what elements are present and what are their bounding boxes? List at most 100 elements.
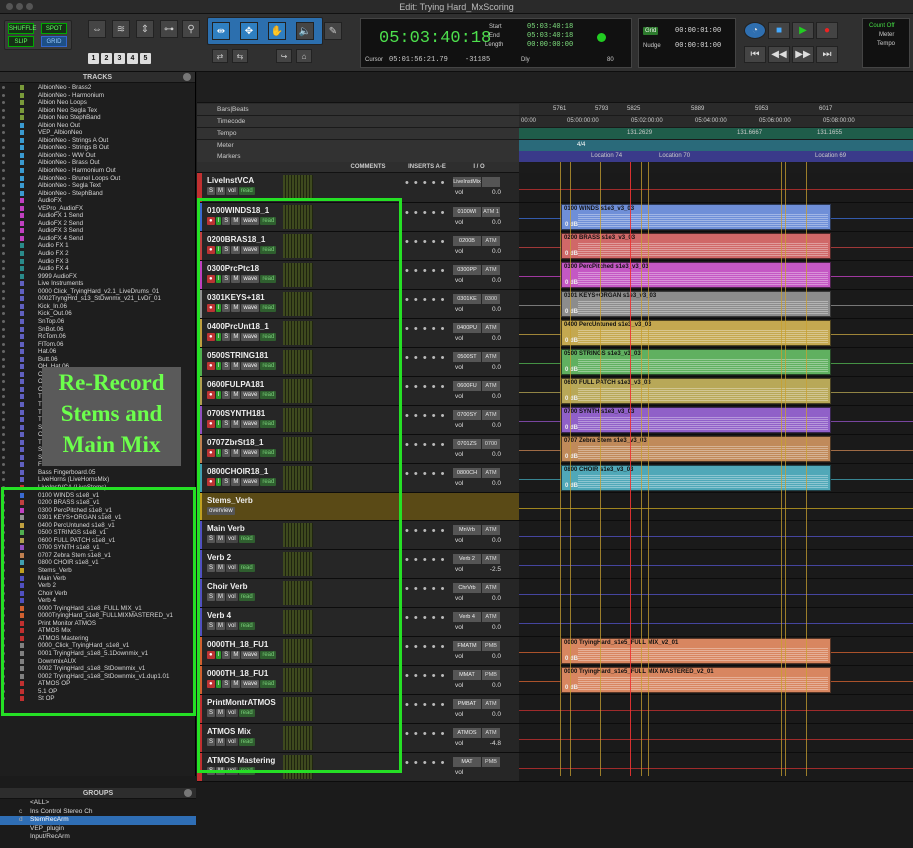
audio-clip[interactable]: 0300 PercPitched s1e3_v3_03 0 dB xyxy=(561,262,831,288)
record-button[interactable]: ● xyxy=(816,22,838,39)
trim-tool-icon[interactable]: ⇹ xyxy=(212,22,230,40)
show-track-dot-icon[interactable] xyxy=(2,448,5,452)
track-list-item[interactable]: Audio FX 4 xyxy=(0,265,186,273)
fast-forward-icon[interactable]: ▶▶ xyxy=(792,46,814,63)
output-selector[interactable]: 0100WI xyxy=(453,207,481,217)
playlist-lane[interactable] xyxy=(519,608,913,636)
insert-slots[interactable]: • • • • • xyxy=(405,554,445,566)
audio-clip[interactable]: 0500 STRINGS s1e3_v3_03 0 dB xyxy=(561,349,831,375)
volume-value[interactable]: 0.0 xyxy=(483,219,501,226)
audio-clip[interactable]: 0000 TryingHard_s1e5_FULL MIX_v2_01 0 dB xyxy=(561,638,831,664)
main-counter-value[interactable]: 05:03:40:18 xyxy=(379,29,491,48)
bus-selector[interactable]: ATM 1 xyxy=(482,207,500,217)
volume-value[interactable]: -2.5 xyxy=(483,566,501,573)
meter-ruler[interactable]: Meter 4/4 xyxy=(197,140,913,152)
speaker-icon[interactable]: 🔈 xyxy=(296,22,314,40)
show-track-dot-icon[interactable] xyxy=(2,191,5,195)
output-selector[interactable]: LiveInstMix xyxy=(453,177,481,187)
insert-slots[interactable]: • • • • • xyxy=(405,641,445,653)
volume-value[interactable]: 0.0 xyxy=(483,364,501,371)
meter-label[interactable]: Meter xyxy=(879,32,894,38)
track-list-item[interactable]: 0000 Click_TryingHard_v2.1_LiveDrums_01 xyxy=(0,288,186,296)
insert-slots[interactable]: • • • • • xyxy=(405,410,445,422)
show-track-dot-icon[interactable] xyxy=(2,304,5,308)
show-track-dot-icon[interactable] xyxy=(2,372,5,376)
output-selector[interactable]: MMAT xyxy=(453,670,481,680)
track-list-item[interactable]: AlbionNeo - Segla Text xyxy=(0,182,186,190)
rewind-icon[interactable]: ◀◀ xyxy=(768,46,790,63)
insert-slots[interactable]: • • • • • xyxy=(405,236,445,248)
insert-slots[interactable]: • • • • • xyxy=(405,352,445,364)
track-list-item[interactable]: Albion Neo Out xyxy=(0,122,186,130)
show-track-dot-icon[interactable] xyxy=(2,244,5,248)
show-track-dot-icon[interactable] xyxy=(2,335,5,339)
playlist-lane[interactable]: 0200 BRASS s1e3_v3_030 dB xyxy=(519,232,913,260)
insert-slots[interactable]: • • • • • xyxy=(405,439,445,451)
pencil-icon[interactable]: ✎ xyxy=(324,22,342,40)
link-track-icon[interactable]: ⇆ xyxy=(232,49,248,63)
playlist-lane[interactable]: 0301 KEYS+ORGAN s1e3_v3_03 0 dB xyxy=(519,290,913,318)
volume-value[interactable]: 0.0 xyxy=(483,624,501,631)
show-track-dot-icon[interactable] xyxy=(2,161,5,165)
group-item[interactable]: Input/RecArm xyxy=(0,833,196,842)
end-value[interactable]: 05:03:40:18 xyxy=(527,32,573,40)
show-track-dot-icon[interactable] xyxy=(2,252,5,256)
inserts-column[interactable]: INSERTS A-E xyxy=(403,162,451,173)
comments-column[interactable]: COMMENTS xyxy=(335,162,401,173)
track-list-item[interactable]: AlbionNeo - Strings A Out xyxy=(0,137,186,145)
insert-slots[interactable]: • • • • • xyxy=(405,177,445,189)
volume-value[interactable]: 0.0 xyxy=(483,537,501,544)
output-selector[interactable]: Verb 2 xyxy=(453,554,481,564)
show-track-dot-icon[interactable] xyxy=(2,153,5,157)
output-selector[interactable]: 0600FU xyxy=(453,381,481,391)
zoom-preset-1[interactable]: 1 xyxy=(88,53,99,64)
show-track-dot-icon[interactable] xyxy=(2,131,5,135)
insert-slots[interactable]: • • • • • xyxy=(405,670,445,682)
volume-value[interactable]: -4.8 xyxy=(483,740,501,747)
tempo-label[interactable]: Tempo xyxy=(877,41,895,47)
group-item[interactable]: c Ins Control Stereo Ch xyxy=(0,808,196,817)
track-name[interactable]: LiveInstVCA xyxy=(207,176,254,185)
output-selector[interactable]: 0300PP xyxy=(453,265,481,275)
solo-button[interactable]: S xyxy=(207,187,216,195)
output-selector[interactable]: MnVrb xyxy=(453,525,481,535)
show-track-dot-icon[interactable] xyxy=(2,365,5,369)
bars-beats-ruler[interactable]: Bars|Beats 5761 5793 5825 5889 5953 6017 xyxy=(197,104,913,116)
show-track-dot-icon[interactable] xyxy=(2,440,5,444)
bus-selector[interactable]: 0300 xyxy=(482,294,500,304)
volume-value[interactable]: 0.0 xyxy=(483,393,501,400)
playlist-lane[interactable] xyxy=(519,521,913,549)
output-selector[interactable]: FMATM xyxy=(453,641,481,651)
shuffle-mode-button[interactable]: SHUFFLE xyxy=(8,23,36,34)
spot-mode-button[interactable]: SPOT xyxy=(41,23,67,34)
show-track-dot-icon[interactable] xyxy=(2,463,5,467)
playlist-lane[interactable] xyxy=(519,753,913,781)
show-track-dot-icon[interactable] xyxy=(2,312,5,316)
playlist-lane[interactable] xyxy=(519,724,913,752)
playlist-lane[interactable] xyxy=(519,550,913,578)
slip-mode-button[interactable]: SLIP xyxy=(8,36,34,47)
playlist-lane[interactable]: 0707 Zebra Stem s1e3_v3_03 0 dB xyxy=(519,435,913,463)
grabber-hand-icon[interactable]: ✋ xyxy=(268,22,286,40)
show-track-dot-icon[interactable] xyxy=(2,455,5,459)
show-track-dot-icon[interactable] xyxy=(2,282,5,286)
show-track-dot-icon[interactable] xyxy=(2,199,5,203)
show-track-dot-icon[interactable] xyxy=(2,357,5,361)
show-track-dot-icon[interactable] xyxy=(2,350,5,354)
volume-value[interactable]: 0.0 xyxy=(483,422,501,429)
bus-selector[interactable]: ATM xyxy=(482,525,500,535)
track-list-item[interactable]: AlbionNeo - Brass2 xyxy=(0,84,186,92)
zoom-out-icon[interactable]: ⇕ xyxy=(136,20,154,38)
track-list-item[interactable]: AudioFX 1 Send xyxy=(0,212,186,220)
audio-clip[interactable]: 0707 Zebra Stem s1e3_v3_03 0 dB xyxy=(561,436,831,462)
show-track-dot-icon[interactable] xyxy=(2,380,5,384)
show-track-dot-icon[interactable] xyxy=(2,221,5,225)
volume-value[interactable]: 0.0 xyxy=(483,653,501,660)
group-item[interactable]: <ALL> xyxy=(0,799,196,808)
bus-selector[interactable]: ATM xyxy=(482,699,500,709)
show-track-dot-icon[interactable] xyxy=(2,86,5,89)
output-selector[interactable]: 0200B xyxy=(453,236,481,246)
zoom-toggle-icon[interactable]: ⇔ xyxy=(88,20,106,38)
output-selector[interactable]: 0400PU xyxy=(453,323,481,333)
track-list-item[interactable]: Butt.06 xyxy=(0,356,186,364)
